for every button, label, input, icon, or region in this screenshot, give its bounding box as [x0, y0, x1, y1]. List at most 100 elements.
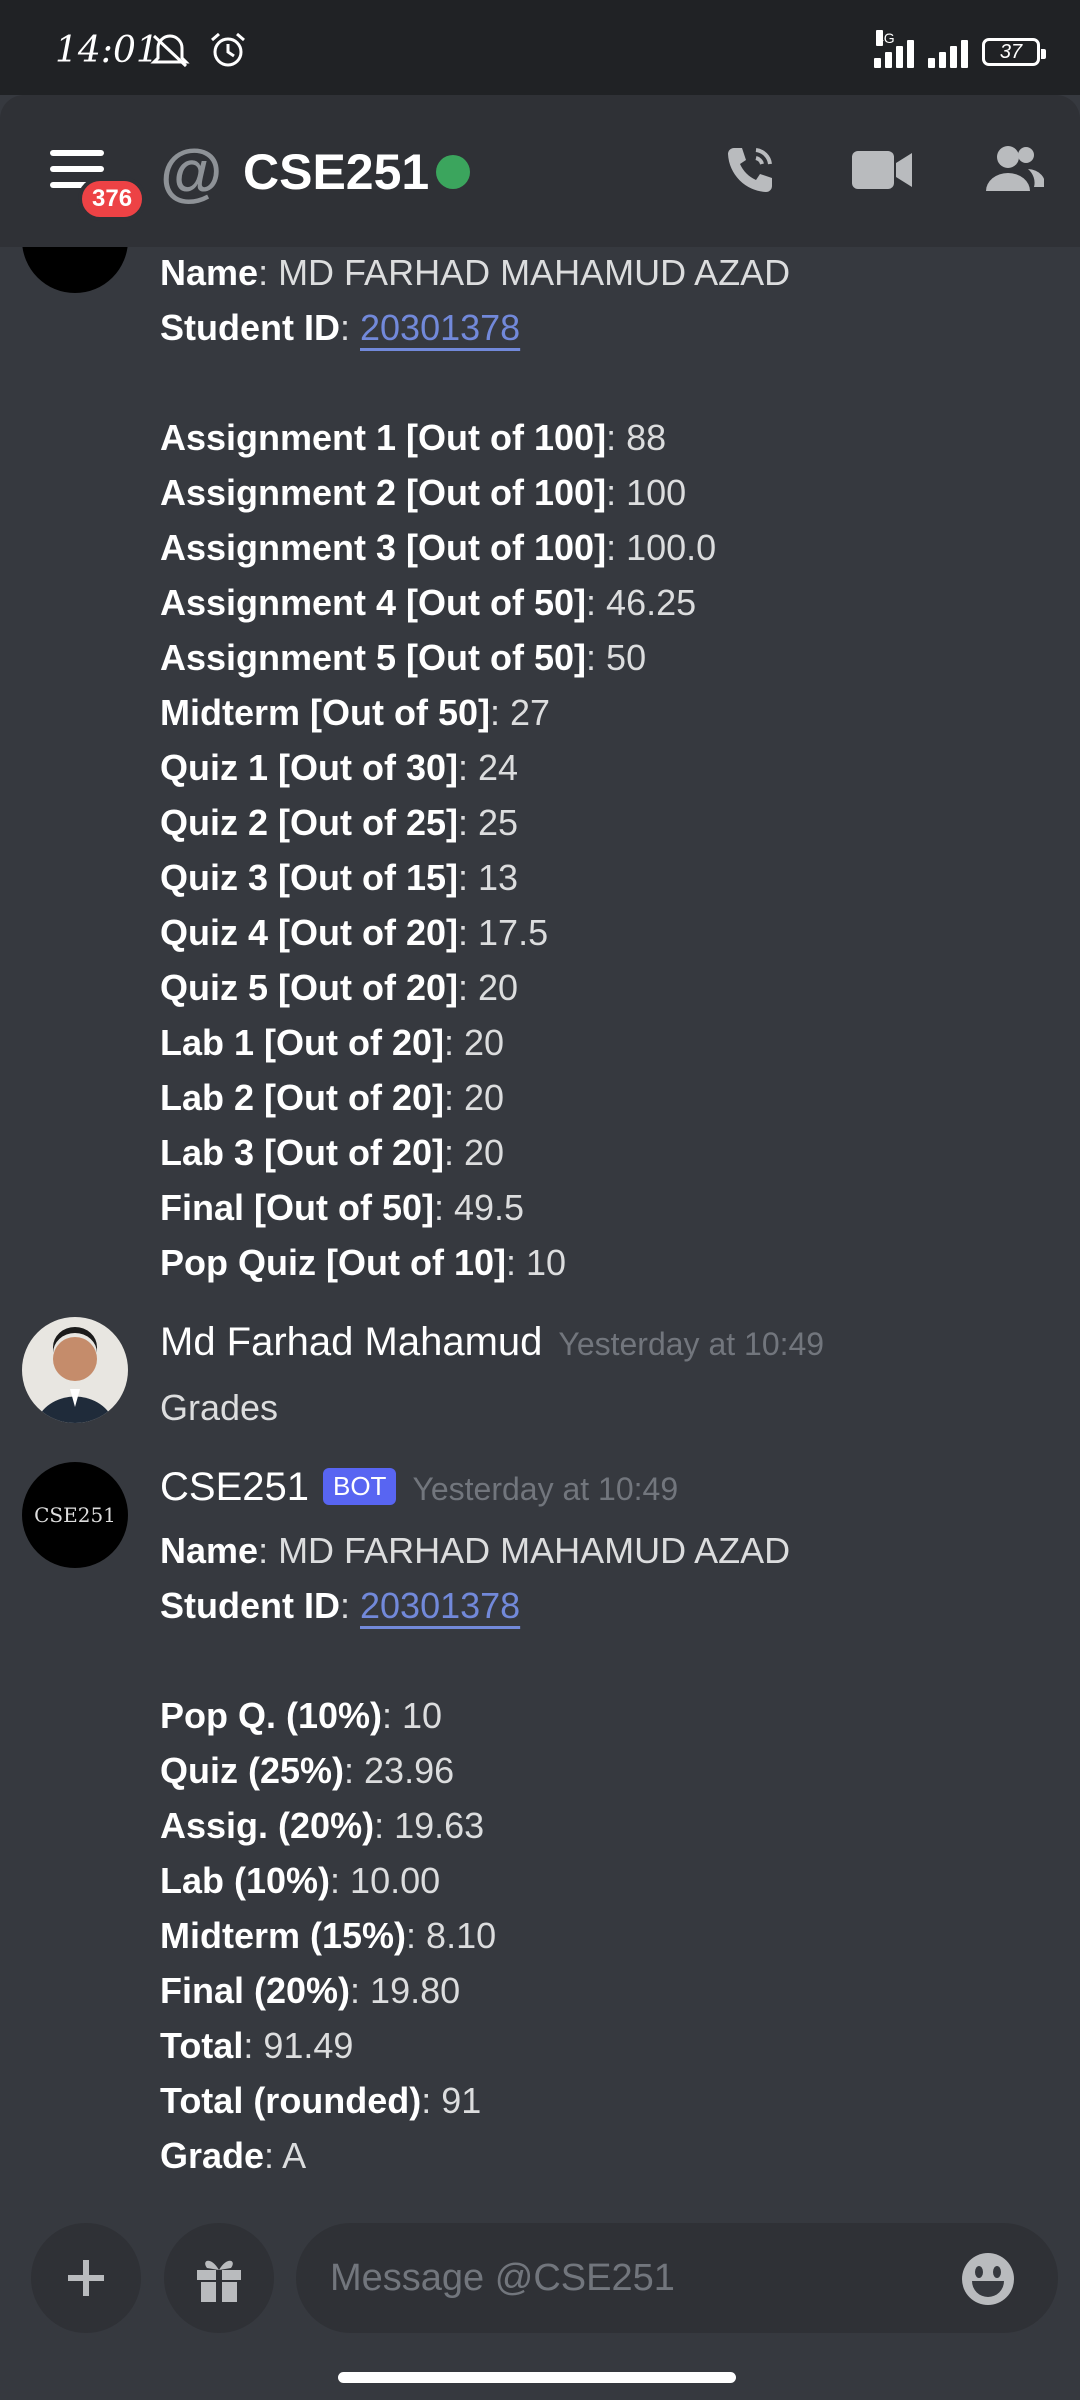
grade-row: Lab (10%): 10.00: [160, 1860, 440, 1902]
grade-row: Pop Quiz [Out of 10]: 10: [160, 1242, 566, 1284]
signal-icon-2: [928, 36, 968, 68]
user-author[interactable]: Md Farhad Mahamud: [160, 1320, 542, 1364]
bot-tag: BOT: [322, 1467, 397, 1505]
student-id-link[interactable]: 20301378: [360, 307, 520, 348]
grade-row: Assignment 1 [Out of 100]: 88: [160, 417, 666, 459]
silent-alarm-off-icon: [150, 32, 190, 73]
grade-value: : 88: [606, 417, 667, 458]
grade-value: : 19.80: [350, 1970, 461, 2011]
grade-row: Lab 3 [Out of 20]: 20: [160, 1132, 504, 1174]
grade-label: Lab 3 [Out of 20]: [160, 1132, 445, 1173]
grade-value: : 91: [421, 2080, 482, 2121]
grade-label: Assignment 4 [Out of 50]: [160, 582, 587, 623]
grade-value: : 10.00: [330, 1860, 441, 1901]
members-icon[interactable]: [984, 143, 1045, 200]
bot-avatar-2[interactable]: CSE251: [22, 1462, 128, 1568]
bot-author[interactable]: CSE251: [160, 1465, 309, 1509]
grade-label: Midterm (15%): [160, 1915, 407, 1956]
plus-button[interactable]: [31, 2223, 141, 2333]
user-avatar[interactable]: [22, 1317, 128, 1423]
student-id-line: Student ID: 20301378: [160, 307, 521, 348]
grade-label: Assignment 3 [Out of 100]: [160, 527, 607, 568]
grade-value: : 50: [586, 637, 647, 678]
grade-value: : 17.5: [458, 912, 549, 953]
grade-value: : 13: [458, 857, 519, 898]
grade-label: Lab 1 [Out of 20]: [160, 1022, 445, 1063]
grade-row: Midterm [Out of 50]: 27: [160, 692, 550, 734]
grade-value: : 19.63: [374, 1805, 485, 1846]
status-time: 14:01: [55, 30, 159, 71]
status-bar: 14:01 4G 37: [0, 0, 1080, 95]
grade-row: Quiz 2 [Out of 25]: 25: [160, 802, 518, 844]
grade-value: : 25: [458, 802, 519, 843]
battery-icon: 37: [982, 38, 1046, 66]
grade-label: Final (20%): [160, 1970, 351, 2011]
grade-row: Assignment 2 [Out of 100]: 100: [160, 472, 686, 514]
at-icon: @: [160, 136, 223, 208]
grade-value: : 100.0: [606, 527, 717, 568]
grade-row: Total (rounded): 91: [160, 2080, 481, 2122]
grade-row: Final (20%): 19.80: [160, 1970, 460, 2012]
gift-button[interactable]: [164, 2223, 274, 2333]
student-id-link-2[interactable]: 20301378: [360, 1585, 520, 1626]
gift-icon: [197, 2260, 241, 2302]
bot-avatar-text: CSE251: [34, 1503, 116, 1527]
student-id-line-2: Student ID: 20301378: [160, 1585, 521, 1626]
user-message-header: Md Farhad Mahamud Yesterday at 10:49: [160, 1320, 824, 1365]
message-input[interactable]: [296, 2223, 1058, 2333]
grade-label: Quiz 4 [Out of 20]: [160, 912, 459, 953]
grade-row: Midterm (15%): 8.10: [160, 1915, 496, 1957]
grade-row: Quiz 4 [Out of 20]: 17.5: [160, 912, 548, 954]
phone-icon[interactable]: [720, 140, 780, 205]
home-indicator[interactable]: [338, 2372, 736, 2383]
grade-value: : 49.5: [434, 1187, 525, 1228]
grade-label: Pop Quiz [Out of 10]: [160, 1242, 506, 1283]
grade-label: Assignment 1 [Out of 100]: [160, 417, 607, 458]
grade-label: Midterm [Out of 50]: [160, 692, 490, 733]
student-name-line: Name: MD FARHAD MAHAMUD AZAD: [160, 252, 791, 293]
battery-level: 37: [999, 40, 1023, 63]
grade-row: Grade: A: [160, 2135, 306, 2177]
grade-label: Assignment 5 [Out of 50]: [160, 637, 587, 678]
grade-label: Assignment 2 [Out of 100]: [160, 472, 607, 513]
grade-row: Assig. (20%): 19.63: [160, 1805, 484, 1847]
bot-avatar[interactable]: [22, 247, 128, 293]
network-label: 4G: [876, 30, 895, 46]
grade-label: Quiz 2 [Out of 25]: [160, 802, 459, 843]
channel-title: CSE251: [243, 144, 430, 200]
grade-row: Assignment 5 [Out of 50]: 50: [160, 637, 646, 679]
grade-label: Assig. (20%): [160, 1805, 375, 1846]
message-list[interactable]: Name: MD FARHAD MAHAMUD AZAD Student ID:…: [0, 247, 1080, 2200]
student-name-line-2: Name: MD FARHAD MAHAMUD AZAD: [160, 1530, 791, 1571]
grade-label: Lab 2 [Out of 20]: [160, 1077, 445, 1118]
video-icon[interactable]: [852, 147, 914, 198]
status-icons: [150, 32, 248, 73]
grade-label: Final [Out of 50]: [160, 1187, 434, 1228]
grade-row: Lab 2 [Out of 20]: 20: [160, 1077, 504, 1119]
grade-value: : 100: [606, 472, 687, 513]
status-right: 4G 37: [874, 30, 1046, 68]
grade-row: Final [Out of 50]: 49.5: [160, 1187, 524, 1229]
emoji-icon[interactable]: [960, 2251, 1016, 2312]
message-composer: [0, 2200, 1080, 2400]
grade-label: Quiz (25%): [160, 1750, 345, 1791]
bot-message-header: CSE251 BOT Yesterday at 10:49: [160, 1465, 678, 1510]
grade-row: Total: 91.49: [160, 2025, 353, 2067]
grade-value: : 91.49: [243, 2025, 354, 2066]
grade-value: : 8.10: [406, 1915, 497, 1956]
alarm-icon: [208, 32, 248, 73]
online-status-indicator: [436, 155, 470, 189]
plus-icon: [68, 2260, 104, 2296]
grade-label: Lab (10%): [160, 1860, 331, 1901]
user-timestamp: Yesterday at 10:49: [558, 1326, 825, 1362]
grade-value: : 20: [444, 1132, 505, 1173]
grade-value: : 10: [505, 1242, 567, 1283]
grade-value: : 20: [444, 1077, 505, 1118]
grade-value: : 23.96: [344, 1750, 455, 1791]
grade-value: : 10: [382, 1695, 443, 1736]
notification-badge: 376: [78, 177, 147, 221]
grade-row: Pop Q. (10%): 10: [160, 1695, 442, 1737]
grade-label: Total (rounded): [160, 2080, 422, 2121]
grade-value: : 24: [458, 747, 519, 788]
grade-value: : 27: [490, 692, 551, 733]
